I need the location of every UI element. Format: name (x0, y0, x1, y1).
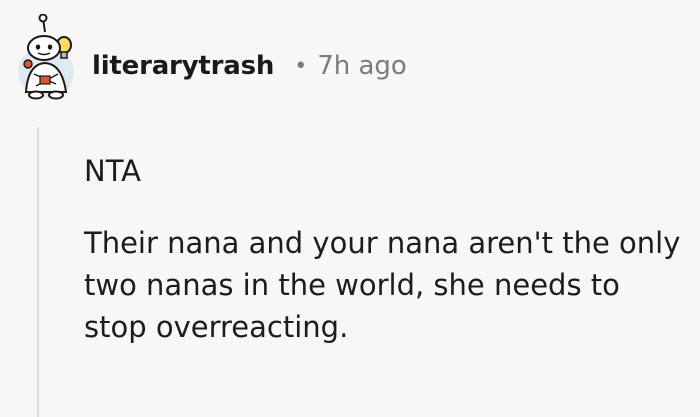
comment-body: NTA Their nana and your nana aren't the … (84, 150, 684, 348)
separator-dot: • (294, 53, 308, 79)
comment: literarytrash • 7h ago NTA Their nana an… (0, 0, 700, 417)
timestamp[interactable]: 7h ago (317, 51, 407, 81)
user-avatar[interactable] (14, 13, 78, 102)
reddit-snoo-avatar-icon (18, 13, 74, 100)
comment-header: literarytrash • 7h ago (92, 51, 407, 81)
comment-paragraph: Their nana and your nana aren't the only… (84, 226, 681, 345)
comment-paragraph: NTA (84, 154, 141, 188)
thread-collapse-line[interactable] (37, 127, 39, 417)
username-link[interactable]: literarytrash (92, 51, 274, 81)
